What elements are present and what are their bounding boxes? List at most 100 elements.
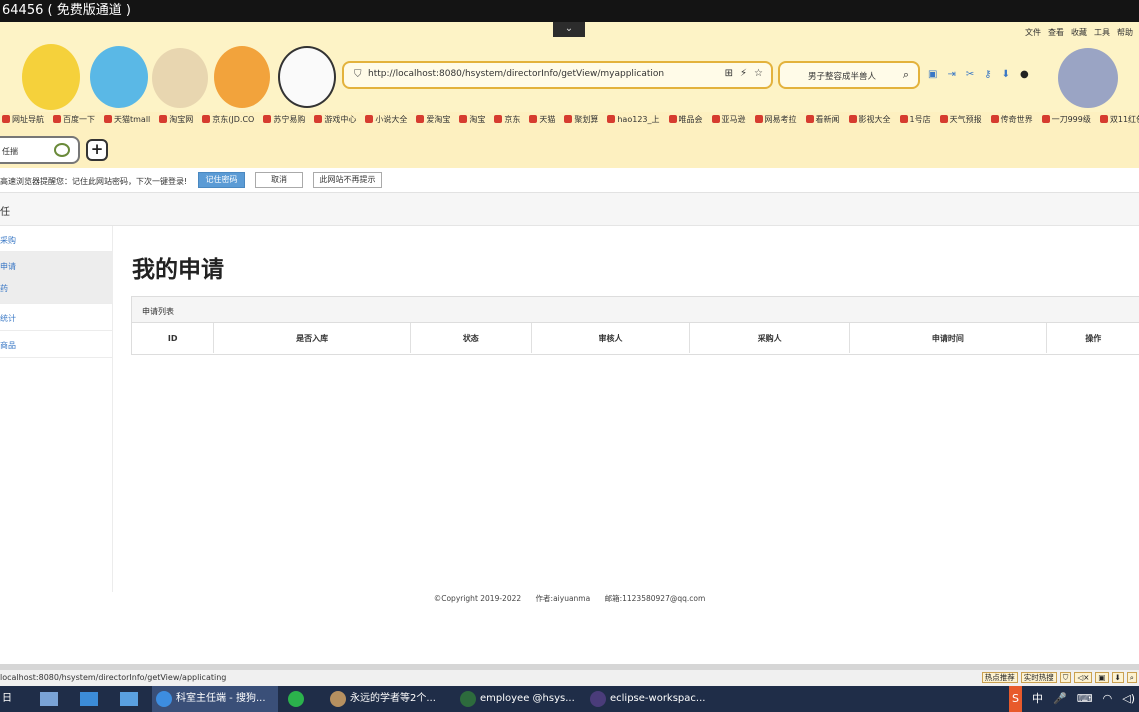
bookmark-item[interactable]: 影视大全: [848, 114, 891, 130]
app-title: 任: [0, 207, 10, 218]
start-button[interactable]: 日: [2, 686, 12, 712]
page-footer: ©Copyright 2019-2022 作者:aiyuanma 邮箱:1123…: [0, 593, 1139, 604]
bookmark-item[interactable]: 爱淘宝: [416, 114, 450, 130]
sidebar-item-statistics[interactable]: 统计: [0, 304, 113, 331]
bookmark-item[interactable]: 百度一下: [53, 114, 95, 130]
ime-mode[interactable]: 中: [1032, 686, 1043, 712]
zoom-icon[interactable]: ⌕: [1126, 672, 1137, 683]
wifi-icon[interactable]: ◠: [1103, 686, 1113, 712]
mute-icon[interactable]: ◁×: [1074, 672, 1093, 683]
app-header: 任: [0, 193, 1139, 226]
menu-tools[interactable]: 工具: [1094, 27, 1110, 38]
bookmark-item[interactable]: 聚划算: [564, 114, 598, 130]
taskbar-item-wechat[interactable]: [284, 686, 320, 712]
bookmark-item[interactable]: 淘宝: [459, 114, 485, 130]
mail-icon[interactable]: [120, 692, 138, 706]
doraemon-skin-art: [90, 46, 148, 108]
bookmark-item[interactable]: 游戏中心: [314, 114, 356, 130]
wechat-icon: [288, 691, 304, 707]
qr-icon[interactable]: ⊞: [725, 68, 733, 79]
menu-file[interactable]: 文件: [1025, 27, 1041, 38]
bookmark-item[interactable]: 网易考拉: [754, 114, 797, 130]
volume-icon[interactable]: ◁): [1122, 686, 1135, 712]
bookmarks-bar: 网址导航 百度一下 天猫tmall 淘宝网 京东(JD.CO 苏宁易购 游戏中心…: [0, 114, 1139, 130]
terminal-icon: [460, 691, 476, 707]
scissors-icon[interactable]: ✂: [966, 69, 974, 80]
download-icon[interactable]: ⬇: [1002, 69, 1010, 80]
taskbar-item-eclipse[interactable]: eclipse-workspac...: [586, 686, 712, 712]
shield-icon[interactable]: ⛉: [1059, 672, 1072, 683]
bookmark-item[interactable]: 亚马逊: [711, 114, 746, 130]
browser-tab[interactable]: 任揣: [0, 136, 80, 164]
table-header-row: ID 是否入库 状态 审核人 采购人 申请时间 操作: [132, 323, 1139, 353]
extension-icon[interactable]: ⇥: [947, 69, 955, 80]
bookmark-item[interactable]: 看新闻: [805, 114, 840, 130]
address-bar[interactable]: ⛉ http://localhost:8080/hsystem/director…: [342, 61, 773, 89]
bookmark-item[interactable]: 天气预报: [939, 114, 982, 130]
bookmark-icon: [754, 115, 763, 123]
recorder-title-bar: 64456 ( 免费版通道 ): [0, 0, 1139, 22]
girl-skin-art: [214, 46, 270, 108]
lightning-icon[interactable]: ⚡: [740, 68, 747, 79]
bookmark-item[interactable]: 传奇世界: [990, 114, 1033, 130]
bookmark-icon: [564, 115, 573, 123]
bookmark-item[interactable]: 1号店: [899, 114, 931, 130]
bookmark-item[interactable]: hao123_上: [607, 114, 660, 130]
sidebar-item-products[interactable]: 商品: [0, 331, 113, 358]
recorder-dropdown-button[interactable]: ⌄: [553, 22, 585, 37]
bookmark-item[interactable]: 天猫: [529, 114, 555, 130]
menu-view[interactable]: 查看: [1048, 27, 1064, 38]
star-icon[interactable]: ☆: [754, 68, 763, 79]
explorer-icon[interactable]: [40, 692, 58, 706]
hot-recommend-button[interactable]: 热点推荐: [981, 672, 1018, 683]
sidebar-subitem-medicine[interactable]: 药: [0, 283, 8, 294]
download-icon[interactable]: ⬇: [1111, 672, 1124, 683]
sidebar-item-purchase[interactable]: 采购: [0, 226, 113, 252]
column-actions: 操作: [1085, 333, 1102, 343]
windows-taskbar: 日 科室主任端 - 搜狗... 永远的学者等2个... employee @hs…: [0, 686, 1139, 712]
sogou-ime-icon[interactable]: S: [1009, 686, 1023, 712]
more-icon[interactable]: ●: [1020, 69, 1029, 80]
bookmark-item[interactable]: 苏宁易购: [263, 114, 305, 130]
new-tab-button[interactable]: +: [86, 139, 108, 161]
panel-title: 申请列表: [142, 307, 174, 316]
bookmark-item[interactable]: 唯品会: [668, 114, 703, 130]
bookmark-item[interactable]: 京东(JD.CO: [202, 114, 254, 130]
column-reviewer: 审核人: [531, 323, 691, 353]
bookmark-item[interactable]: 一刀999级: [1041, 114, 1091, 130]
bookmark-icon: [459, 115, 468, 123]
bookmark-icon: [990, 115, 999, 123]
sidebar-item-application[interactable]: 申请 药: [0, 252, 113, 304]
mic-icon[interactable]: 🎤: [1053, 686, 1067, 712]
taskbar-item-employee[interactable]: employee @hsys...: [456, 686, 582, 712]
bookmark-item[interactable]: 淘宝网: [159, 114, 193, 130]
screenshot-icon[interactable]: ▣: [1095, 672, 1109, 683]
bookmark-item[interactable]: 小说大全: [365, 114, 407, 130]
avatar-icon: [330, 691, 346, 707]
keyboard-icon[interactable]: ⌨: [1077, 686, 1093, 712]
bookmark-item[interactable]: 天猫tmall: [104, 114, 150, 130]
menu-favorites[interactable]: 收藏: [1071, 27, 1087, 38]
bookmark-item[interactable]: 京东: [494, 114, 520, 130]
sidebar: 采购 申请 药 统计 商品: [0, 226, 113, 592]
sogou-browser-icon: [156, 691, 172, 707]
remember-password-button[interactable]: 记住密码: [198, 172, 245, 188]
key-icon[interactable]: ⚷: [984, 69, 991, 80]
search-input[interactable]: 男子整容成半兽人: [808, 70, 876, 82]
search-icon[interactable]: ⌕: [903, 68, 909, 82]
desktop-icon[interactable]: [80, 692, 98, 706]
cancel-button[interactable]: 取消: [255, 172, 303, 188]
save-password-message: 高速浏览器提醒您：记住此网站密码，下次一键登录!: [0, 177, 188, 186]
address-url[interactable]: http://localhost:8080/hsystem/directorIn…: [368, 69, 664, 79]
search-box[interactable]: 男子整容成半兽人 ⌕: [778, 61, 920, 89]
taskbar-item-chat[interactable]: 永远的学者等2个...: [326, 686, 452, 712]
bookmark-item[interactable]: 网址导航: [2, 114, 44, 130]
extension-icon[interactable]: ▣: [928, 69, 937, 80]
bookmark-icon: [416, 115, 425, 123]
menu-help[interactable]: 帮助: [1117, 27, 1133, 38]
taskbar-item-browser[interactable]: 科室主任端 - 搜狗...: [152, 686, 278, 712]
bookmark-item[interactable]: 双11红包: [1099, 114, 1139, 130]
never-prompt-button[interactable]: 此网站不再提示: [313, 172, 382, 188]
realtime-search-button[interactable]: 实时热搜: [1020, 672, 1057, 683]
bookmark-icon: [494, 115, 503, 123]
